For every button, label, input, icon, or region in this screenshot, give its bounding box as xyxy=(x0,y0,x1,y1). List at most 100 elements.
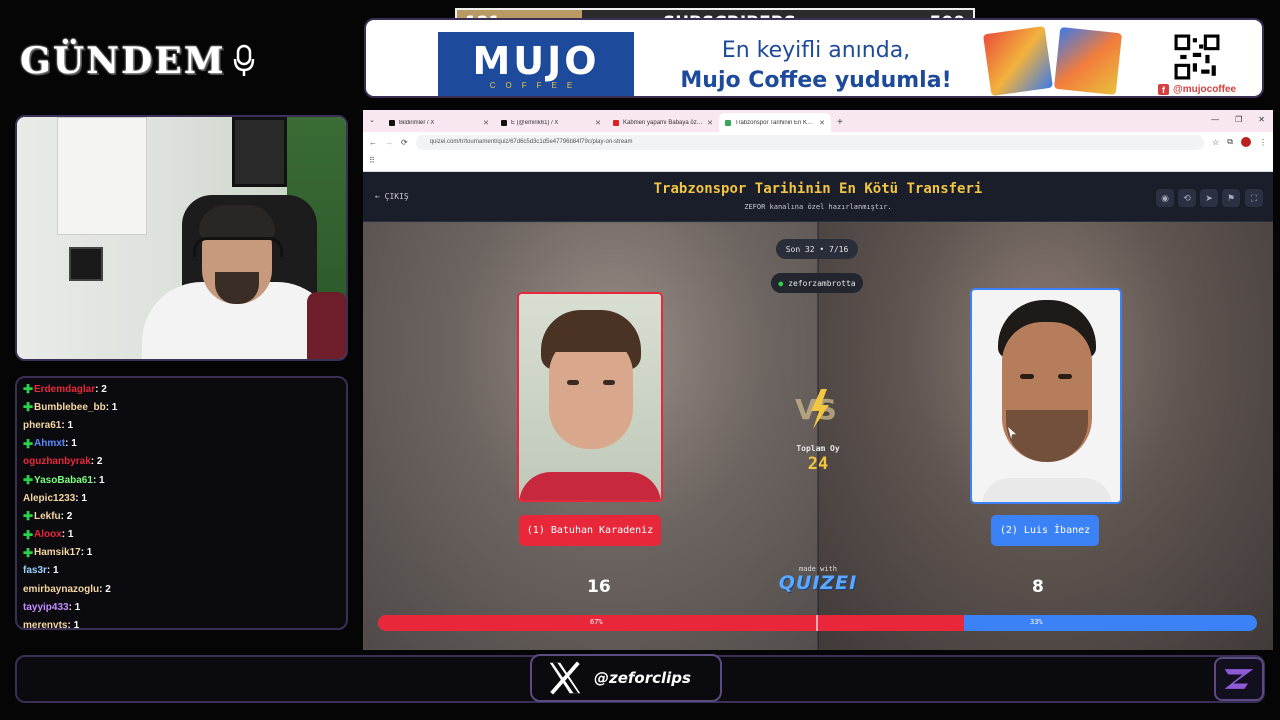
tab-label: Trabzonspor Tarihinin En Kötü T xyxy=(735,119,816,126)
chat-username[interactable]: Ahmxt xyxy=(34,438,65,449)
shield-icon: ● xyxy=(778,278,784,288)
chat-username[interactable]: Bumblebee_bb xyxy=(34,402,106,413)
maximize-icon[interactable]: ❐ xyxy=(1235,115,1242,124)
tab-favicon-icon xyxy=(501,119,507,126)
tab-close-icon[interactable]: ✕ xyxy=(707,119,713,127)
bookmark-star-icon[interactable]: ☆ xyxy=(1212,138,1219,147)
user-name: zeforzambrotta xyxy=(788,278,856,288)
flag-icon[interactable]: ⚑ xyxy=(1222,189,1240,207)
chat-username[interactable]: emirbaynazoglu xyxy=(23,584,99,595)
vote-left-button[interactable]: (1) Batuhan Karadeniz xyxy=(519,515,661,546)
chat-username[interactable]: tayyip433 xyxy=(23,602,69,613)
back-icon[interactable]: ← xyxy=(369,138,377,147)
chat-count: : 1 xyxy=(61,529,74,541)
chat-line: ✚ Ahmxt: 1 xyxy=(23,435,340,453)
forward-icon[interactable]: → xyxy=(385,138,393,147)
new-tab-icon[interactable]: + xyxy=(837,117,843,128)
extensions-icon[interactable]: ⧉ xyxy=(1227,137,1233,147)
chat-line: ✚ Bumblebee_bb: 1 xyxy=(23,398,340,416)
close-window-icon[interactable]: ✕ xyxy=(1258,115,1265,124)
vote-right-button[interactable]: (2) Luis İbanez xyxy=(991,515,1099,546)
chat-line: merenvts: 1 xyxy=(23,616,340,634)
microphone-icon xyxy=(233,44,254,76)
chat-count: : 1 xyxy=(67,620,80,632)
contestant-right-card[interactable] xyxy=(970,288,1122,504)
tab-close-icon[interactable]: ✕ xyxy=(819,119,825,127)
chat-username[interactable]: merenvts xyxy=(23,620,67,631)
window-controls: — ❐ ✕ xyxy=(1211,115,1265,124)
fullscreen-icon[interactable]: ⛶ xyxy=(1245,189,1263,207)
tab-strip: ⌄ Bildirimler / X ✕ E (@emirik61) / X ✕ Kabm… xyxy=(363,110,1273,132)
chat-count: : 2 xyxy=(60,510,73,522)
chat-line: ✚ Aloox: 1 xyxy=(23,526,340,544)
right-percent: 33% xyxy=(1030,618,1043,626)
browser-tab[interactable]: Kabmen yapamı Babaya özel 🎈 - ✕ xyxy=(607,113,719,132)
tab-favicon-icon xyxy=(725,119,731,126)
tab-close-icon[interactable]: ✕ xyxy=(595,119,601,127)
plus-icon: ✚ xyxy=(23,473,34,488)
menu-icon[interactable]: ⋮ xyxy=(1259,138,1267,147)
eye-icon[interactable]: ◉ xyxy=(1156,189,1174,207)
toolbar: ← → ⟳ quizei.com/tr/tournament/quiz/67d6… xyxy=(363,132,1273,152)
chat-username[interactable]: phera61 xyxy=(23,420,61,431)
user-badge: ● zeforzambrotta xyxy=(771,273,863,293)
browser-tab[interactable]: E (@emirik61) / X ✕ xyxy=(495,113,607,132)
chat-username[interactable]: oguzhanbyrak xyxy=(23,456,91,467)
left-vote-count: 16 xyxy=(587,577,611,597)
chat-count: : 1 xyxy=(46,565,59,577)
send-icon[interactable]: ➤ xyxy=(1200,189,1218,207)
chat-line: Alepic1233: 1 xyxy=(23,489,340,507)
browser-tab[interactable]: Bildirimler / X ✕ xyxy=(383,113,495,132)
chat-panel: ✚ Erdemdaglar: 2 ✚ Bumblebee_bb: 1 phera61: … xyxy=(15,376,348,631)
webcam-feed xyxy=(15,115,348,361)
quiz-subtitle: ZEFOR kanalına özel hazırlanmıştır. xyxy=(744,203,892,211)
address-bar[interactable]: quizei.com/tr/tournament/quiz/67d6c5d3c1… xyxy=(415,134,1205,150)
ad-brand-sub: COFFEE xyxy=(489,80,583,90)
total-votes-value: 24 xyxy=(807,454,829,474)
contestant-left-card[interactable] xyxy=(517,292,663,502)
plus-icon: ✚ xyxy=(23,400,34,415)
chat-username[interactable]: Lekfu xyxy=(34,511,61,522)
chat-count: : 2 xyxy=(99,583,111,595)
chat-username[interactable]: Hamsik17 xyxy=(34,547,81,558)
plus-icon: ✚ xyxy=(23,527,34,542)
minimize-icon[interactable]: — xyxy=(1211,115,1219,124)
chat-count: : 2 xyxy=(95,383,107,395)
total-votes-label: Toplam Oy xyxy=(796,444,840,453)
chat-count: : 1 xyxy=(80,547,93,559)
chat-username[interactable]: Aloox xyxy=(34,529,62,540)
tab-label: Bildirimler / X xyxy=(399,119,435,126)
chat-line: oguzhanbyrak: 2 xyxy=(23,453,340,471)
tab-close-icon[interactable]: ✕ xyxy=(483,119,489,127)
share-icon[interactable]: ⟲ xyxy=(1178,189,1196,207)
ad-brand-logo: MUJO COFFEE xyxy=(438,32,634,96)
stream-logo: GÜNDEM xyxy=(20,38,350,84)
zf-logo-icon xyxy=(1214,657,1264,701)
x-logo-icon xyxy=(549,661,581,695)
profile-avatar[interactable] xyxy=(1241,137,1251,147)
chat-count: : 1 xyxy=(75,492,87,504)
plus-icon: ✚ xyxy=(23,382,34,397)
ad-banner: MUJO COFFEE En keyifli anında, Mujo Coff… xyxy=(364,18,1264,98)
quiz-header: ← ÇIKIŞ Trabzonspor Tarihinin En Kötü Tr… xyxy=(363,172,1273,222)
browser-tab[interactable]: Trabzonspor Tarihinin En Kötü T ✕ xyxy=(719,113,831,132)
apps-icon[interactable]: ⠿ xyxy=(369,156,375,165)
chat-line: ✚ Hamsik17: 1 xyxy=(23,544,340,562)
chat-username[interactable]: fas3r xyxy=(23,565,47,576)
tab-search-icon[interactable]: ⌄ xyxy=(369,116,375,124)
chat-count: : 1 xyxy=(65,438,77,450)
chat-username[interactable]: YasoBaba61 xyxy=(34,475,93,486)
ad-line-1: En keyifli anında, xyxy=(721,38,911,63)
tab-label: Kabmen yapamı Babaya özel 🎈 - xyxy=(623,120,703,126)
chat-line: emirbaynazoglu: 2 xyxy=(23,580,340,598)
bookmarks-bar: ⠿ xyxy=(363,152,1273,172)
chat-username[interactable]: Erdemdaglar xyxy=(34,384,95,395)
reload-icon[interactable]: ⟳ xyxy=(401,138,408,147)
ad-social: f @mujocoffee xyxy=(1158,84,1236,95)
plus-icon: ✚ xyxy=(23,436,34,451)
social-handle: @zeforclips xyxy=(594,669,691,687)
ad-line-2: Mujo Coffee yudumla! xyxy=(680,68,952,93)
left-percent: 67% xyxy=(590,618,603,626)
tab-label: E (@emirik61) / X xyxy=(511,119,559,126)
chat-username[interactable]: Alepic1233 xyxy=(23,493,75,504)
